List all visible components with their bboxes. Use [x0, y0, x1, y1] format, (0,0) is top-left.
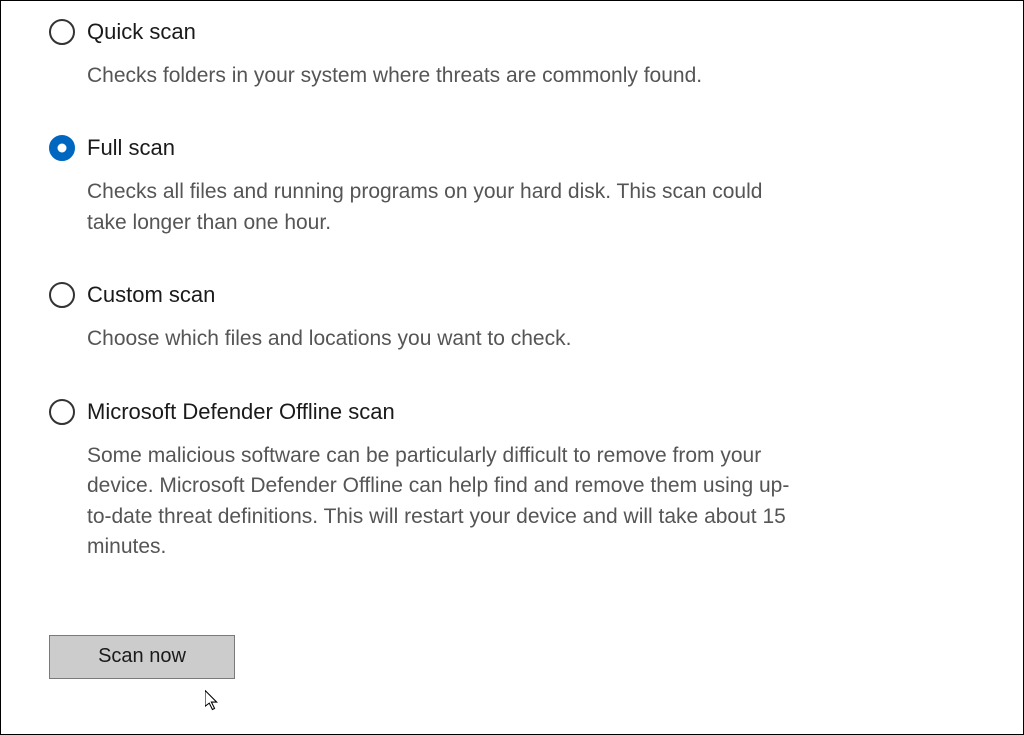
radio-offline-scan[interactable]: [49, 399, 75, 425]
option-description: Checks folders in your system where thre…: [87, 61, 807, 91]
option-description: Choose which files and locations you wan…: [87, 324, 807, 354]
scan-now-button[interactable]: Scan now: [49, 635, 235, 679]
radio-quick-scan[interactable]: [49, 19, 75, 45]
radio-custom-scan[interactable]: [49, 282, 75, 308]
option-description: Some malicious software can be particula…: [87, 441, 807, 563]
option-title: Full scan: [87, 135, 175, 161]
option-title: Custom scan: [87, 282, 215, 308]
option-header: Full scan: [49, 135, 975, 161]
option-title: Microsoft Defender Offline scan: [87, 399, 395, 425]
option-header: Microsoft Defender Offline scan: [49, 399, 975, 425]
option-header: Custom scan: [49, 282, 975, 308]
scan-option-full: Full scan Checks all files and running p…: [49, 135, 975, 238]
scan-option-offline: Microsoft Defender Offline scan Some mal…: [49, 399, 975, 563]
option-title: Quick scan: [87, 19, 196, 45]
option-description: Checks all files and running programs on…: [87, 177, 807, 238]
cursor-icon: [205, 690, 222, 712]
scan-option-quick: Quick scan Checks folders in your system…: [49, 19, 975, 91]
scan-option-custom: Custom scan Choose which files and locat…: [49, 282, 975, 354]
option-header: Quick scan: [49, 19, 975, 45]
radio-full-scan[interactable]: [49, 135, 75, 161]
